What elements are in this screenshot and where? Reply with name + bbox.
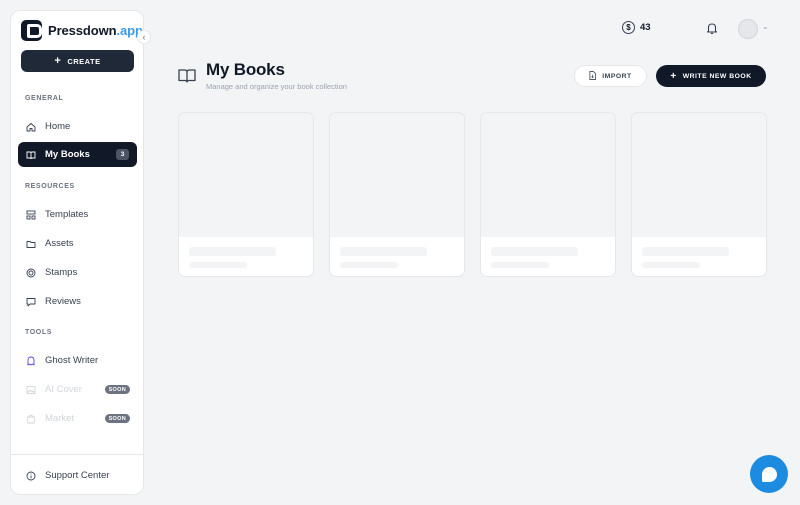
sidebar-item-home[interactable]: Home	[18, 114, 137, 139]
avatar[interactable]	[738, 19, 758, 39]
chat-icon	[761, 466, 777, 482]
write-new-book-label: WRITE NEW BOOK	[682, 72, 752, 80]
soon-badge: SOON	[104, 385, 130, 394]
meta-placeholder	[642, 262, 700, 268]
sidebar-divider	[11, 454, 143, 455]
folder-icon	[26, 239, 36, 249]
title-placeholder	[189, 247, 276, 256]
brand-logo[interactable]: Pressdown.app	[21, 20, 143, 41]
sidebar-item-label: Support Center	[45, 470, 110, 481]
sidebar-item-support-center[interactable]: Support Center	[18, 463, 137, 488]
page-title: My Books	[206, 60, 285, 79]
sidebar-item-label: Templates	[45, 209, 89, 220]
create-button-label: CREATE	[67, 56, 101, 66]
ghost-icon	[26, 356, 36, 366]
sidebar-item-stamps[interactable]: Stamps	[18, 260, 137, 285]
fingerprint-icon	[26, 268, 36, 278]
brand-name: Pressdown.app	[48, 23, 143, 38]
page-subtitle: Manage and organize your book collection	[206, 82, 347, 91]
book-card-skeleton[interactable]	[329, 112, 465, 277]
credits-display[interactable]: $ 43	[622, 21, 651, 34]
file-import-icon	[589, 70, 597, 82]
chevron-left-icon: ‹	[142, 32, 146, 42]
section-label-resources: RESOURCES	[25, 183, 75, 190]
section-label-tools: TOOLS	[25, 329, 52, 336]
sidebar: Pressdown.app ‹ + CREATE GENERAL Home My…	[10, 10, 151, 495]
meta-placeholder	[491, 262, 549, 268]
sidebar-item-label: Market	[45, 413, 75, 424]
books-count-badge: 3	[116, 149, 129, 160]
sidebar-item-assets[interactable]: Assets	[18, 231, 137, 256]
book-card-skeleton[interactable]	[480, 112, 616, 277]
title-placeholder	[491, 247, 578, 256]
shopping-bag-icon	[26, 414, 36, 424]
soon-badge: SOON	[104, 414, 130, 423]
meta-placeholder	[189, 262, 247, 268]
book-cover-placeholder	[330, 113, 464, 237]
home-icon	[26, 122, 36, 132]
book-open-icon	[178, 68, 196, 83]
plus-icon: +	[54, 55, 62, 67]
book-cover-placeholder	[632, 113, 766, 237]
sidebar-item-label: My Books	[45, 149, 90, 160]
book-grid	[178, 112, 767, 277]
info-circle-icon	[26, 471, 36, 481]
collapse-sidebar-button[interactable]: ‹	[137, 30, 151, 44]
templates-icon	[26, 210, 36, 220]
book-cover-placeholder	[179, 113, 313, 237]
book-open-icon	[26, 150, 36, 160]
sidebar-item-ghost-writer[interactable]: Ghost Writer	[18, 348, 137, 373]
plus-icon: +	[670, 70, 677, 82]
chat-review-icon	[26, 297, 36, 307]
title-placeholder	[340, 247, 427, 256]
create-button[interactable]: + CREATE	[21, 50, 134, 72]
credits-count: 43	[640, 22, 651, 33]
pressdown-logo-icon	[21, 20, 42, 41]
sidebar-item-label: Assets	[45, 238, 74, 249]
dollar-coin-icon: $	[622, 21, 635, 34]
import-button[interactable]: IMPORT	[574, 65, 647, 87]
chevron-down-icon[interactable]: ⌄	[762, 22, 769, 31]
sidebar-item-reviews[interactable]: Reviews	[18, 289, 137, 314]
sidebar-item-ai-cover: AI Cover SOON	[18, 377, 137, 402]
chat-support-button[interactable]	[750, 455, 788, 493]
bell-icon[interactable]	[705, 21, 719, 35]
sidebar-item-label: Stamps	[45, 267, 78, 278]
book-card-skeleton[interactable]	[178, 112, 314, 277]
write-new-book-button[interactable]: + WRITE NEW BOOK	[656, 65, 766, 87]
sidebar-item-label: AI Cover	[45, 384, 82, 395]
book-cover-placeholder	[481, 113, 615, 237]
sidebar-item-my-books[interactable]: My Books 3	[18, 142, 137, 167]
sidebar-item-label: Home	[45, 121, 71, 132]
import-button-label: IMPORT	[602, 72, 632, 80]
image-icon	[26, 385, 36, 395]
sidebar-item-label: Ghost Writer	[45, 355, 99, 366]
sidebar-item-templates[interactable]: Templates	[18, 202, 137, 227]
book-card-skeleton[interactable]	[631, 112, 767, 277]
sidebar-item-label: Reviews	[45, 296, 81, 307]
section-label-general: GENERAL	[25, 95, 64, 102]
sidebar-item-market: Market SOON	[18, 406, 137, 431]
title-placeholder	[642, 247, 729, 256]
meta-placeholder	[340, 262, 398, 268]
